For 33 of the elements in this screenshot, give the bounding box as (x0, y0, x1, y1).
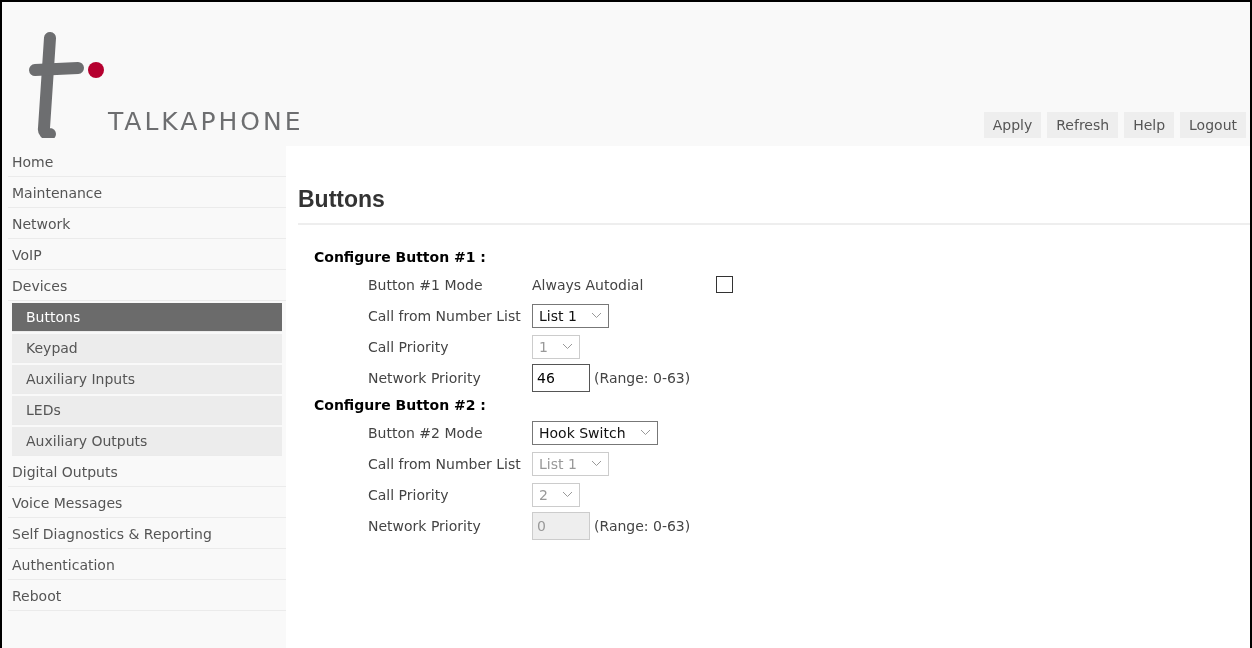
input-field[interactable]: 46 (532, 363, 590, 392)
section-title: Configure Button #2 : (314, 396, 487, 415)
header-button[interactable]: Apply (983, 112, 1042, 138)
checkbox[interactable] (716, 276, 733, 293)
sidebar-item[interactable]: LEDs (12, 396, 282, 425)
field-label: Call from Number List (368, 455, 522, 472)
sidebar-item[interactable]: Keypad (12, 334, 282, 363)
sidebar-item[interactable]: Auxiliary Inputs (12, 365, 282, 394)
field-label: Network Priority (368, 369, 482, 386)
dropdown[interactable]: List 1 (532, 303, 609, 328)
sidebar-item[interactable]: Auxiliary Outputs (12, 427, 282, 456)
field-label: Button #2 Mode (368, 424, 484, 441)
chevron-down-icon (590, 312, 602, 319)
chevron-down-icon (561, 491, 573, 498)
field-label: Call Priority (368, 338, 450, 355)
header-button[interactable]: Refresh (1047, 112, 1119, 138)
chevron-down-icon (561, 343, 573, 350)
range-hint: (Range: 0-63) (594, 517, 691, 534)
sidebar-item[interactable]: Buttons (12, 303, 282, 332)
mode-value: Always Autodial (532, 276, 645, 293)
field-label: Network Priority (368, 517, 482, 534)
header-button[interactable]: Help (1124, 112, 1175, 138)
header-button[interactable]: Logout (1180, 112, 1246, 138)
section-title: Configure Button #1 : (314, 248, 487, 267)
field-label: Call from Number List (368, 307, 522, 324)
field-label: Call Priority (368, 486, 450, 503)
page-title: Buttons (298, 186, 386, 214)
chevron-down-icon (639, 429, 651, 436)
dropdown[interactable]: Hook Switch (532, 420, 658, 445)
chevron-down-icon (590, 460, 602, 467)
brand-name: TALKAPHONE (108, 107, 304, 136)
field-label: Button #1 Mode (368, 276, 484, 293)
range-hint: (Range: 0-63) (594, 369, 691, 386)
